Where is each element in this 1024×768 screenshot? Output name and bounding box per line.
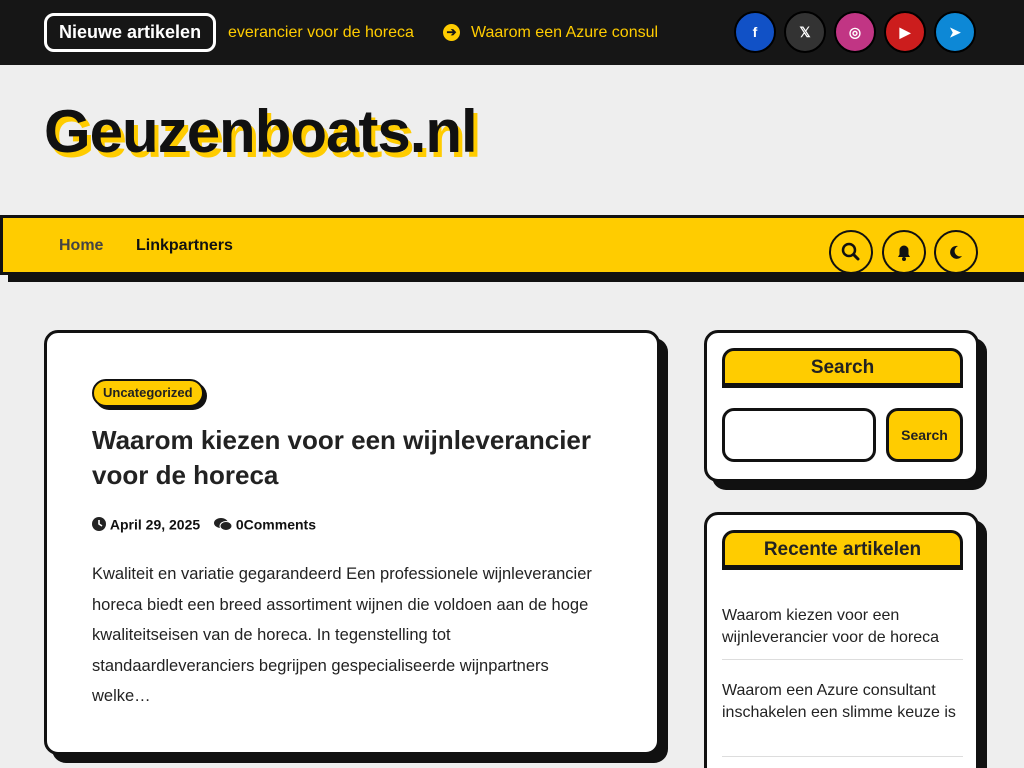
arrow-right-icon: ➔ [443,24,460,41]
telegram-icon[interactable]: ➤ [934,11,976,53]
category-badge[interactable]: Uncategorized [92,379,204,407]
recent-posts-widget: Recente artikelen Waarom kiezen voor een… [704,512,979,768]
nav-item-linkpartners[interactable]: Linkpartners [136,237,233,255]
post-title[interactable]: Waarom kiezen voor een wijnleverancier v… [92,423,632,493]
notifications-button[interactable] [882,230,926,274]
comments-icon [213,518,233,532]
dark-mode-toggle[interactable] [934,230,978,274]
facebook-icon[interactable]: f [734,11,776,53]
post-date[interactable]: April 29, 2025 [110,516,200,532]
news-label: Nieuwe artikelen [44,13,217,52]
divider [722,756,963,757]
top-bar: Nieuwe artikelen everancier voor de hore… [0,0,1024,65]
ticker-item[interactable]: Waarom een Azure consul [471,20,658,46]
search-input[interactable] [722,408,876,462]
news-ticker: everancier voor de horeca ➔ Waarom een A… [228,20,661,46]
search-icon [841,242,860,261]
main-nav: Home Linkpartners [0,215,1024,275]
x-icon[interactable]: 𝕏 [784,11,826,53]
recent-post-link[interactable]: Waarom kiezen voor een wijnleverancier v… [722,605,962,649]
post-excerpt: Kwaliteit en variatie gegarandeerd Een p… [92,565,592,705]
post-comments[interactable]: 0Comments [236,516,316,532]
recent-post-link[interactable]: Waarom een Azure consultant inschakelen … [722,680,962,724]
nav-item-home[interactable]: Home [59,237,103,255]
search-widget-title: Search [722,348,963,388]
instagram-icon[interactable]: ◎ [834,11,876,53]
recent-widget-title: Recente artikelen [722,530,963,570]
post-card: Uncategorized Waarom kiezen voor een wij… [44,330,660,755]
search-widget: Search Search [704,330,979,482]
clock-icon [92,517,106,532]
divider [722,659,963,660]
moon-icon [950,245,962,259]
bell-icon [898,245,910,261]
search-submit-button[interactable]: Search [886,408,963,462]
post-meta: April 29, 2025 0Comments [92,515,316,532]
ticker-item[interactable]: everancier voor de horeca [228,20,414,46]
search-button[interactable] [829,230,873,274]
site-title[interactable]: Geuzenboats.nl [44,96,478,168]
youtube-icon[interactable]: ▶ [884,11,926,53]
